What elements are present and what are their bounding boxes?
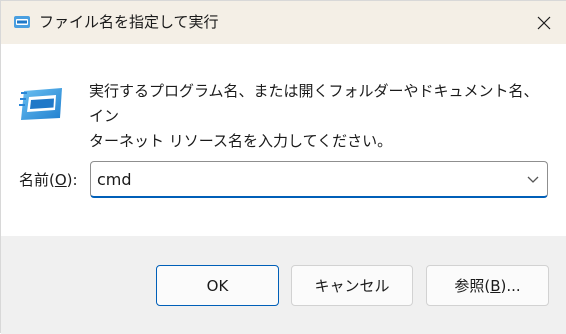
window-title: ファイル名を指定して実行: [39, 13, 219, 31]
ok-button-label: OK: [206, 276, 229, 295]
close-button[interactable]: [521, 1, 566, 44]
close-icon: [537, 16, 551, 29]
dialog-content: 実行するプログラム名、または開くフォルダーやドキュメント名、イン ターネット リ…: [1, 44, 566, 236]
title-bar[interactable]: ファイル名を指定して実行: [1, 1, 566, 44]
cancel-button-label: キャンセル: [314, 277, 390, 295]
chevron-down-icon[interactable]: [527, 174, 539, 184]
open-input[interactable]: [97, 162, 517, 196]
description-line-1: 実行するプログラム名、または開くフォルダーやドキュメント名、イン: [89, 82, 539, 125]
open-label-prefix: 名前(: [19, 171, 55, 189]
open-label-mnemonic: O: [54, 171, 67, 189]
browse-prefix: 参照(: [454, 277, 491, 295]
ok-button[interactable]: OK: [156, 265, 279, 306]
run-dialog: ファイル名を指定して実行 実行するプログラム名、または開くフォルダーやドキュメン…: [0, 0, 566, 334]
run-icon: [14, 16, 30, 28]
button-bar: OK キャンセル 参照(B)...: [1, 236, 566, 334]
description: 実行するプログラム名、または開くフォルダーやドキュメント名、イン ターネット リ…: [89, 79, 551, 154]
cancel-button[interactable]: キャンセル: [291, 265, 413, 306]
browse-mnemonic: B: [490, 276, 501, 295]
browse-button[interactable]: 参照(B)...: [426, 265, 549, 306]
description-line-2: ターネット リソース名を入力してください。: [89, 132, 393, 150]
open-label-suffix: ):: [66, 171, 78, 189]
open-combobox[interactable]: [90, 161, 548, 198]
browse-suffix: )...: [500, 276, 521, 295]
run-dialog-icon: [19, 88, 62, 120]
open-label: 名前(O):: [19, 170, 78, 190]
